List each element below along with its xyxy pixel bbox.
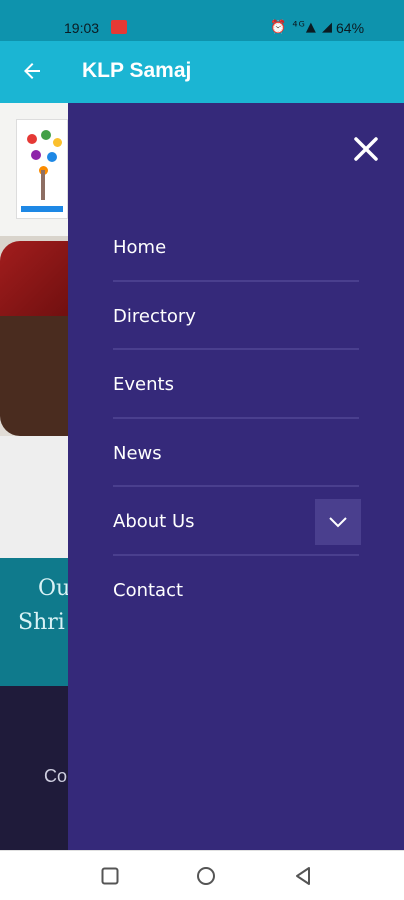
system-nav-bar [0, 850, 404, 900]
caption-line-1: Ou [38, 576, 71, 601]
notification-icon [111, 20, 127, 34]
app-title: KLP Samaj [82, 59, 192, 82]
menu-item-directory[interactable]: Directory [113, 282, 359, 350]
home-circle-icon[interactable] [196, 866, 216, 886]
menu-item-label: Contact [113, 579, 184, 601]
menu-item-label: Directory [113, 305, 196, 327]
menu-item-news[interactable]: News [113, 419, 359, 487]
back-triangle-icon[interactable] [293, 866, 313, 886]
menu-item-events[interactable]: Events [113, 350, 359, 419]
menu-item-label: Home [113, 237, 167, 258]
battery-level: 64% [336, 20, 365, 36]
menu-item-about-us[interactable]: About Us [113, 487, 361, 556]
status-time: 19:03 [64, 20, 100, 36]
status-bar: 19:03 ⏰ ⁴ᴳ▲ ◢ 64% [0, 0, 404, 41]
recents-square-icon[interactable] [100, 866, 120, 886]
app-bar: KLP Samaj [0, 41, 404, 103]
menu-item-label: About Us [113, 511, 195, 532]
close-icon[interactable] [353, 136, 379, 162]
dark-section-text: Co [44, 766, 68, 786]
menu-item-label: News [113, 442, 162, 464]
menu-item-home[interactable]: Home [113, 213, 359, 282]
back-arrow-icon[interactable] [20, 59, 44, 83]
drawer-menu: Home Directory Events News About Us Cont… [113, 213, 361, 625]
samaj-logo [16, 119, 68, 219]
menu-item-label: Events [113, 374, 174, 395]
chevron-down-icon [329, 517, 347, 528]
menu-item-contact[interactable]: Contact [113, 556, 359, 625]
caption-line-2: Shri [18, 610, 65, 635]
navigation-drawer: Home Directory Events News About Us Cont… [68, 103, 404, 850]
status-icons: ⏰ ⁴ᴳ▲ ◢ [270, 20, 333, 35]
expand-submenu-button[interactable] [315, 499, 361, 545]
